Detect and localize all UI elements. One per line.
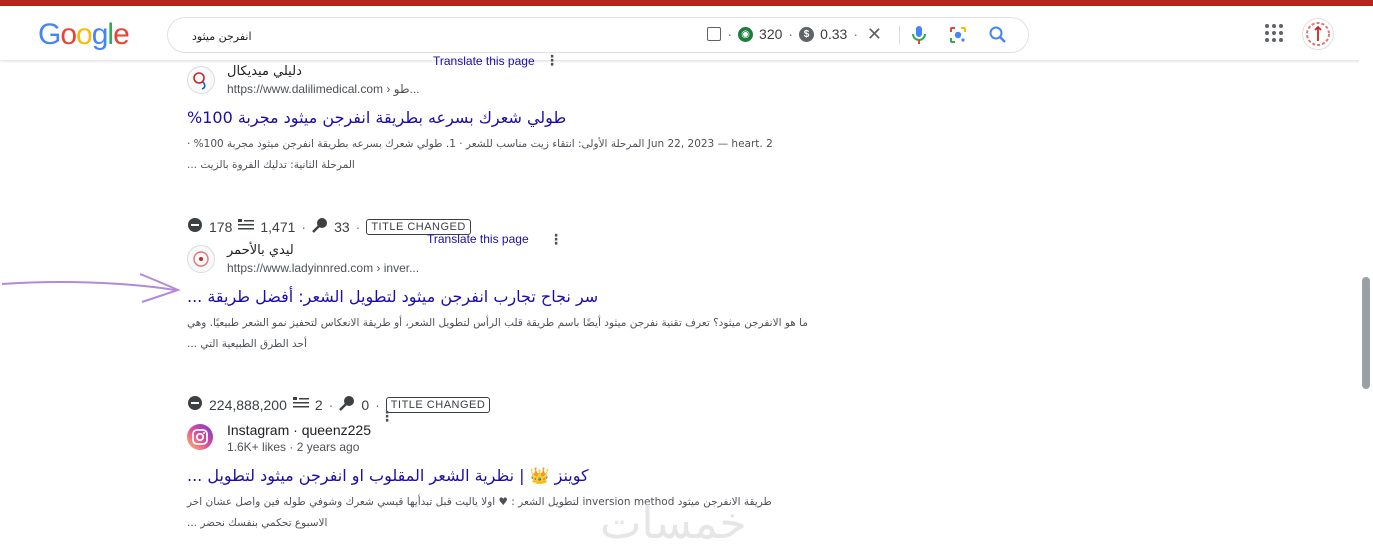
site-name: Instagram · queenz225 (227, 422, 371, 438)
search-box: · ◉ 320 · $ 0.33 · ✕ (167, 17, 1029, 53)
site-name: ليدي بالأحمر (227, 243, 294, 258)
site-url: https://www.dalilimedical.com › طو... (227, 82, 420, 96)
search-input[interactable] (190, 26, 674, 46)
title-changed-badge: TITLE CHANGED (385, 396, 491, 413)
extension-count: 320 (759, 26, 783, 42)
result-title-link[interactable]: كوينز 👑 | نظرية الشعر المقلوب او انفرجن … (187, 466, 867, 485)
result-source[interactable]: ليدي بالأحمر https://www.ladyinnred.com … (187, 243, 867, 279)
list-icon (292, 396, 309, 413)
search-result: ⋮ Instagram · queenz225 1.6K+ likes · 2 … (187, 408, 867, 534)
extension-value: 0.33 (820, 26, 848, 42)
site-name: دليلي ميديكال (227, 64, 302, 79)
annotation-arrow (1, 273, 181, 303)
key-icon (312, 217, 328, 236)
post-meta: 1.6K+ likes · 2 years ago (227, 440, 360, 454)
search-divider (899, 26, 900, 44)
result-snippet: ما هو الانفرجن ميثود؟ تعرف تقنية نفرجن م… (187, 317, 808, 350)
result-source[interactable]: دليلي ميديكال https://www.dalilimedical.… (187, 64, 867, 100)
search-volume-icon (187, 395, 203, 414)
scrollbar-thumb[interactable] (1362, 277, 1370, 389)
list-icon (238, 218, 255, 235)
account-avatar[interactable] (1302, 18, 1334, 50)
seo-extension-bar: · ◉ 320 · $ 0.33 · (707, 26, 858, 42)
search-icon[interactable] (988, 25, 1008, 50)
google-lens-icon[interactable] (948, 25, 968, 50)
instagram-icon (187, 424, 213, 450)
result-snippet: Jun 22, 2023 — heart. 2 المرحلة الأولى: … (187, 138, 773, 171)
dalilimedical-favicon (187, 66, 215, 94)
result-title-link[interactable]: سر نجاح تجارب انفرجن ميثود لتطويل الشعر:… (187, 287, 867, 306)
site-url: https://www.ladyinnred.com › inver... (227, 261, 420, 275)
result-source[interactable]: Instagram · queenz225 1.6K+ likes · 2 ye… (187, 422, 867, 458)
google-logo[interactable]: Google (38, 18, 130, 52)
search-volume-icon (187, 217, 203, 236)
clear-search-icon[interactable]: ✕ (867, 24, 882, 45)
extension-checkbox[interactable] (707, 27, 722, 41)
ladyinnred-favicon (187, 245, 215, 273)
result-title-link[interactable]: طولي شعرك بسرعه بطريقة انفرجن ميثود مجرب… (187, 108, 867, 127)
seo-stats-row: 224,888,200 2 · 0 · TITLE CHANGED (187, 395, 491, 414)
search-result: Translate this page ⋮ دليلي ميديكال http… (187, 52, 867, 176)
watermark: خمسات (600, 498, 747, 549)
dollar-icon: $ (799, 26, 815, 42)
microphone-icon[interactable] (910, 25, 928, 50)
header: Google · ◉ 320 · $ 0.33 · ✕ (0, 6, 1373, 60)
search-result: Translate this page ⋮ ليدي بالأحمر https… (187, 231, 867, 355)
rank-icon: ◉ (738, 26, 754, 42)
key-icon (339, 395, 355, 414)
google-apps-icon[interactable] (1265, 24, 1283, 42)
